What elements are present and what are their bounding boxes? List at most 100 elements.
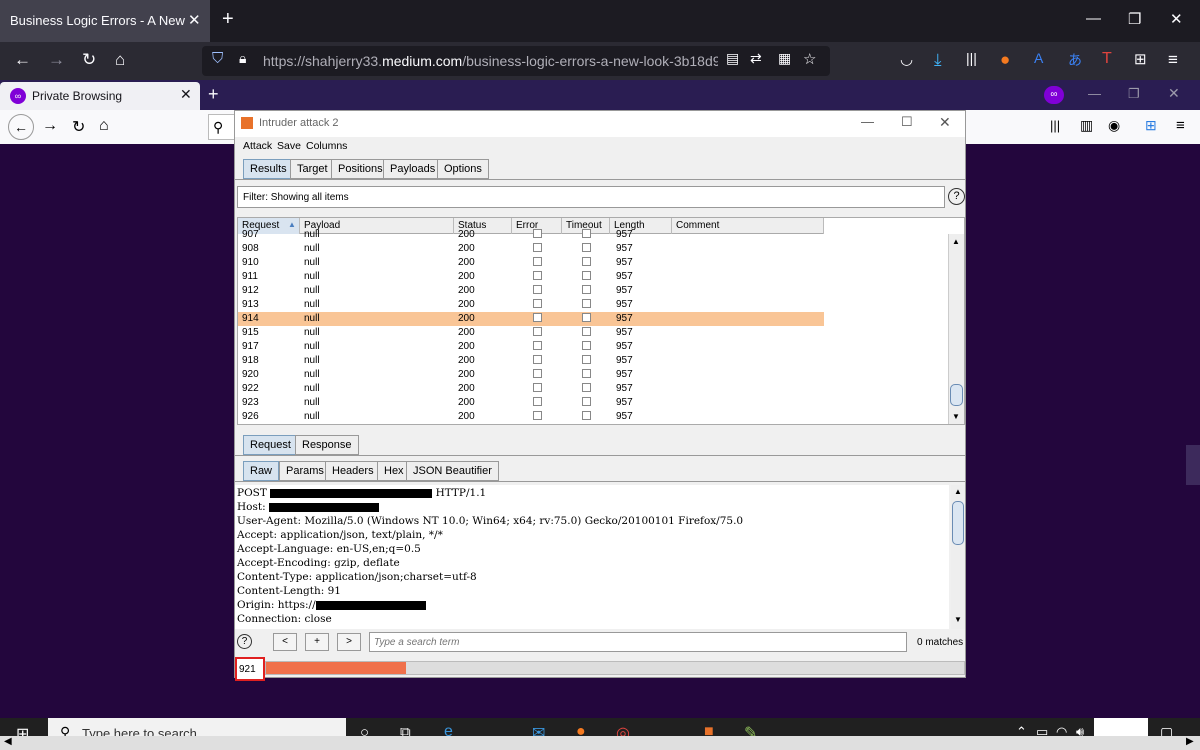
home-icon[interactable]: ⌂	[115, 50, 125, 70]
menu-attack[interactable]: Attack	[243, 140, 272, 152]
tab-json-beautifier[interactable]: JSON Beautifier	[406, 461, 499, 481]
reader-icon[interactable]: ▤	[726, 50, 739, 67]
table-row[interactable]: 912 null 200 957	[238, 284, 824, 298]
back-icon[interactable]: ←	[8, 114, 34, 140]
reload-icon[interactable]: ↻	[82, 50, 96, 70]
download-icon[interactable]: ⤓	[934, 50, 942, 70]
scroll-down-icon[interactable]: ▼	[952, 412, 960, 421]
search-input[interactable]	[369, 632, 907, 652]
table-row[interactable]: 911 null 200 957	[238, 270, 824, 284]
table-row[interactable]: 926 null 200 957	[238, 410, 824, 424]
extension-lang-icon[interactable]: あ	[1068, 50, 1082, 70]
scroll-thumb[interactable]	[952, 501, 964, 545]
scroll-up-icon[interactable]: ▲	[952, 237, 960, 246]
cell-payload: null	[304, 341, 320, 352]
cell-request: 917	[242, 341, 259, 352]
tab-request[interactable]: Request	[243, 435, 298, 455]
tab-business-logic[interactable]: Business Logic Errors - A New Look ✕	[0, 0, 210, 42]
table-row[interactable]: 913 null 200 957	[238, 298, 824, 312]
scroll-down-icon[interactable]: ▼	[954, 615, 962, 624]
horizontal-scrollbar[interactable]: ◀ ▶	[0, 736, 1200, 750]
help-icon[interactable]: ?	[237, 634, 252, 649]
minimize-icon[interactable]: —	[1088, 86, 1101, 101]
qr-icon[interactable]: ▦	[778, 50, 791, 67]
forward-icon[interactable]: →	[42, 117, 58, 135]
bookmark-star-icon[interactable]: ☆	[803, 50, 816, 68]
library-icon[interactable]: |||	[1050, 118, 1060, 133]
back-icon[interactable]: ←	[14, 50, 31, 70]
table-row[interactable]: 908 null 200 957	[238, 242, 824, 256]
table-row[interactable]: 918 null 200 957	[238, 354, 824, 368]
close-window-icon[interactable]: ✕	[1168, 85, 1180, 102]
new-tab-icon[interactable]: +	[208, 84, 219, 105]
scroll-thumb[interactable]	[950, 384, 963, 406]
menu-icon[interactable]: ≡	[1168, 50, 1178, 70]
sidebar-icon[interactable]: ▥	[1080, 117, 1093, 134]
pocket-icon[interactable]: ◡	[900, 50, 913, 68]
maximize-icon[interactable]: ☐	[901, 114, 913, 130]
account-icon[interactable]: ◉	[1108, 117, 1120, 134]
extension-t-icon[interactable]: T	[1102, 50, 1112, 68]
library-icon[interactable]: |||	[966, 50, 977, 66]
error-checkbox	[533, 299, 542, 308]
extension-fox-icon[interactable]: ●	[1000, 50, 1010, 70]
table-row[interactable]: 907 null 200 957	[238, 228, 824, 242]
scroll-right-icon[interactable]: ▶	[1186, 736, 1194, 747]
timeout-checkbox	[582, 243, 591, 252]
tab-headers[interactable]: Headers	[325, 461, 381, 481]
table-row[interactable]: 910 null 200 957	[238, 256, 824, 270]
help-icon[interactable]: ?	[948, 188, 965, 205]
prev-match-button[interactable]: <	[273, 633, 297, 651]
scroll-left-icon[interactable]: ◀	[4, 736, 12, 747]
close-icon[interactable]: ✕	[939, 114, 951, 131]
home-icon[interactable]: ⌂	[99, 117, 109, 135]
table-row[interactable]: 915 null 200 957	[238, 326, 824, 340]
cell-request: 915	[242, 327, 259, 338]
translate-icon[interactable]: ⇄	[750, 50, 762, 67]
shield-icon[interactable]: ⛉	[212, 50, 223, 67]
page-scrollbar[interactable]	[1186, 445, 1200, 485]
restore-icon[interactable]: ❐	[1128, 10, 1141, 28]
menu-save[interactable]: Save	[277, 140, 301, 152]
tab-options[interactable]: Options	[437, 159, 489, 179]
close-window-icon[interactable]: ✕	[1170, 10, 1183, 28]
forward-icon[interactable]: →	[48, 50, 65, 70]
tab-response[interactable]: Response	[295, 435, 359, 455]
cell-status: 200	[458, 313, 475, 324]
menu-icon[interactable]: ≡	[1176, 117, 1185, 134]
cell-request: 923	[242, 397, 259, 408]
restore-icon[interactable]: ❐	[1128, 86, 1140, 102]
table-scrollbar[interactable]: ▲ ▼	[948, 234, 964, 424]
extensions-icon[interactable]: ⊞	[1145, 117, 1157, 134]
next-match-button[interactable]: >	[337, 633, 361, 651]
minimize-icon[interactable]: —	[861, 114, 874, 129]
request-editor[interactable]: POST HTTP/1.1 Host: User-Agent: Mozilla/…	[235, 485, 949, 629]
scroll-up-icon[interactable]: ▲	[954, 487, 962, 496]
tab-raw[interactable]: Raw	[243, 461, 280, 481]
tab-positions[interactable]: Positions	[331, 159, 390, 179]
menu-columns[interactable]: Columns	[306, 140, 347, 152]
extension-translate-icon[interactable]: A	[1034, 50, 1043, 66]
editor-scrollbar[interactable]: ▲ ▼	[951, 485, 965, 629]
burp-logo-icon	[241, 117, 253, 129]
tab-results[interactable]: Results	[243, 159, 294, 179]
table-row[interactable]: 922 null 200 957	[238, 382, 824, 396]
table-row[interactable]: 917 null 200 957	[238, 340, 824, 354]
table-row[interactable]: 914 null 200 957	[238, 312, 824, 326]
extensions-icon[interactable]: ⊞	[1134, 50, 1147, 68]
lock-icon[interactable]: 🔒︎	[239, 50, 246, 67]
tab-private-browsing[interactable]: ∞ Private Browsing ✕	[0, 82, 200, 110]
filter-bar[interactable]: Filter: Showing all items	[237, 186, 945, 208]
url-text[interactable]: https://shahjerry33.medium.com/business-…	[263, 53, 718, 69]
minimize-icon[interactable]: —	[1086, 10, 1101, 27]
tab-payloads[interactable]: Payloads	[383, 159, 443, 179]
close-icon[interactable]: ✕	[180, 86, 192, 103]
add-button[interactable]: +	[305, 633, 329, 651]
table-row[interactable]: 920 null 200 957	[238, 368, 824, 382]
table-row[interactable]: 923 null 200 957	[238, 396, 824, 410]
reload-icon[interactable]: ↻	[72, 117, 85, 137]
new-tab-icon[interactable]: +	[222, 8, 234, 31]
tab-target[interactable]: Target	[290, 159, 335, 179]
tab-params[interactable]: Params	[279, 461, 331, 481]
close-icon[interactable]: ✕	[188, 11, 201, 29]
